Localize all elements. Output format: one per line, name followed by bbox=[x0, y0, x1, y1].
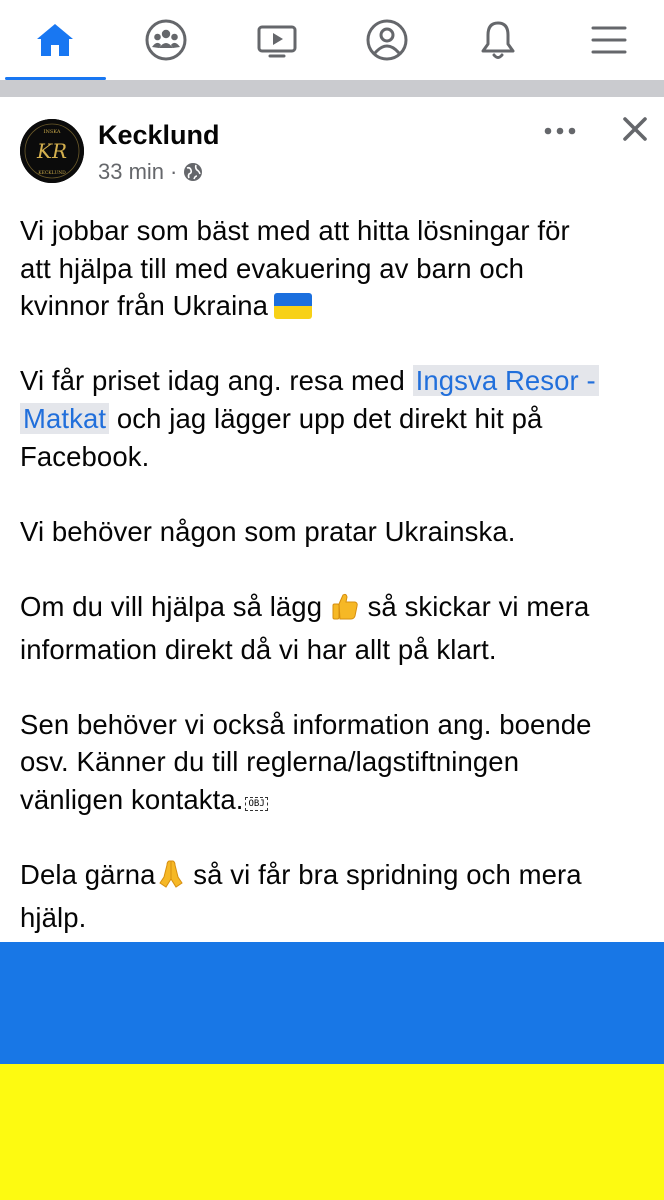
text-segment: Dela gärna bbox=[20, 859, 156, 891]
tab-groups[interactable] bbox=[111, 0, 222, 80]
mention-link[interactable]: Matkat bbox=[20, 402, 110, 434]
post-header: INSKA KR KECKLUND Kecklund 33 min · bbox=[0, 97, 664, 197]
mention-link[interactable]: Ingsva Resor - bbox=[412, 365, 599, 397]
text-line: Vi behöver någon som pratar Ukrainska. bbox=[20, 515, 516, 547]
top-navigation bbox=[0, 0, 664, 80]
close-icon bbox=[622, 116, 648, 147]
text-line: Facebook. bbox=[20, 440, 150, 472]
text-segment: och jag lägger upp det direkt hit på bbox=[109, 402, 543, 434]
text-line: Vi får priset idag ang. resa med Ingsva … bbox=[20, 362, 650, 400]
notifications-icon bbox=[479, 19, 517, 61]
text-segment: så skickar vi mera bbox=[359, 590, 590, 622]
text-line: Matkat och jag lägger upp det direkt hit… bbox=[20, 400, 650, 438]
post-paragraph: Dela gärna så vi får bra spridning och m… bbox=[20, 856, 650, 936]
post-paragraph: Vi får priset idag ang. resa med Ingsva … bbox=[20, 362, 650, 475]
text-line: Dela gärna så vi får bra spridning och m… bbox=[20, 856, 650, 899]
flag-yellow-stripe bbox=[0, 1064, 664, 1200]
text-segment: så vi får bra spridning och mera bbox=[185, 859, 582, 891]
text-line: kvinnor från Ukraina bbox=[20, 287, 650, 325]
tab-notifications[interactable] bbox=[443, 0, 554, 80]
folded-hands-emoji-icon bbox=[156, 857, 186, 899]
home-icon bbox=[35, 22, 75, 58]
post-paragraph: Sen behöver vi också information ang. bo… bbox=[20, 706, 650, 819]
text-line: Vi jobbar som bäst med att hitta lösning… bbox=[20, 215, 570, 246]
watch-icon bbox=[256, 21, 298, 59]
profile-icon bbox=[366, 19, 408, 61]
text-segment: vänligen kontakta. bbox=[20, 783, 244, 815]
meta-separator: · bbox=[170, 159, 178, 184]
text-segment: kvinnor från Ukraina bbox=[20, 290, 269, 322]
text-line: information direkt då vi har allt på kla… bbox=[20, 633, 497, 665]
text-segment: Vi får priset idag ang. resa med bbox=[20, 365, 413, 397]
post-text: Vi jobbar som bäst med att hitta lösning… bbox=[20, 212, 650, 974]
feed-divider bbox=[0, 80, 664, 97]
tab-menu[interactable] bbox=[553, 0, 664, 80]
object-replacement-char: OBJ bbox=[245, 796, 268, 811]
post-author[interactable]: Kecklund bbox=[98, 119, 220, 151]
globe-icon bbox=[183, 162, 203, 182]
post-meta: 33 min · bbox=[98, 159, 203, 185]
text-line: hjälp. bbox=[20, 901, 87, 933]
flag-blue-stripe bbox=[0, 942, 664, 1064]
tab-profile[interactable] bbox=[332, 0, 443, 80]
more-options-button[interactable] bbox=[540, 117, 580, 145]
more-icon bbox=[544, 122, 576, 140]
thumbs-up-emoji-icon bbox=[330, 591, 360, 631]
text-line: vänligen kontakta. OBJ bbox=[20, 781, 650, 819]
ukraine-flag-emoji-icon bbox=[274, 293, 313, 320]
post-image-ukraine-flag[interactable] bbox=[0, 942, 664, 1200]
text-line: Sen behöver vi också information ang. bo… bbox=[20, 708, 592, 740]
svg-text:INSKA: INSKA bbox=[44, 129, 61, 135]
avatar-logo: INSKA KR KECKLUND bbox=[20, 119, 84, 183]
avatar[interactable]: INSKA KR KECKLUND bbox=[20, 119, 84, 183]
tab-home[interactable] bbox=[0, 0, 111, 80]
post-time[interactable]: 33 min bbox=[98, 159, 164, 185]
text-segment: Om du vill hjälpa så lägg bbox=[20, 590, 330, 622]
post-paragraph: Om du vill hjälpa så lägg så skickar vi … bbox=[20, 588, 650, 668]
post-paragraph: Vi jobbar som bäst med att hitta lösning… bbox=[20, 212, 650, 325]
tab-watch[interactable] bbox=[221, 0, 332, 80]
close-post-button[interactable] bbox=[615, 113, 655, 149]
post-paragraph: Vi behöver någon som pratar Ukrainska. bbox=[20, 513, 650, 551]
groups-icon bbox=[145, 19, 187, 61]
menu-icon bbox=[590, 24, 628, 56]
text-line: osv. Känner du till reglerna/lagstiftnin… bbox=[20, 746, 520, 778]
svg-text:KECKLUND: KECKLUND bbox=[38, 170, 66, 176]
text-line: att hjälpa till med evakuering av barn o… bbox=[20, 252, 525, 284]
text-line: Om du vill hjälpa så lägg så skickar vi … bbox=[20, 588, 650, 631]
svg-text:KR: KR bbox=[36, 139, 67, 163]
